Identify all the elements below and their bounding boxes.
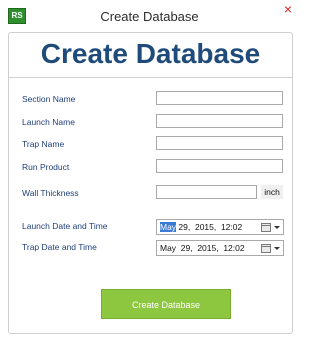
section-name-input[interactable] [156, 91, 283, 105]
window-title: Create Database [100, 9, 199, 24]
wall-thickness-label: Wall Thickness [22, 188, 79, 198]
calendar-icon[interactable] [261, 223, 271, 232]
trap-datetime-label: Trap Date and Time [22, 242, 97, 252]
chevron-down-icon[interactable] [274, 247, 280, 250]
launch-datetime-month[interactable]: May [160, 222, 177, 232]
run-product-label: Run Product [22, 162, 70, 172]
close-button[interactable]: × [277, 0, 299, 20]
banner-title: Create Database [40, 38, 261, 69]
form-panel: Create Database Section Name Launch Name… [8, 32, 293, 334]
divider [9, 77, 292, 78]
wall-thickness-unit: inch [261, 185, 283, 199]
title-bar: RS Create Database × [0, 0, 299, 32]
launch-name-input[interactable] [156, 114, 283, 128]
trap-name-input[interactable] [156, 136, 283, 150]
wall-thickness-input[interactable] [156, 185, 257, 199]
run-product-input[interactable] [156, 159, 283, 173]
launch-datetime-label: Launch Date and Time [22, 221, 108, 231]
section-name-label: Section Name [22, 94, 76, 104]
trap-datetime-value: May 29, 2015, 12:02 [160, 243, 245, 253]
trap-name-label: Trap Name [22, 139, 65, 149]
launch-name-label: Launch Name [22, 117, 75, 127]
create-database-button[interactable]: Create Database [101, 289, 231, 319]
launch-datetime-picker[interactable]: May 29, 2015, 12:02 [156, 219, 284, 235]
calendar-icon[interactable] [261, 244, 271, 253]
launch-datetime-value: May 29, 2015, 12:02 [160, 220, 242, 234]
trap-datetime-picker[interactable]: May 29, 2015, 12:02 [156, 240, 284, 256]
launch-datetime-rest: 29, 2015, 12:02 [176, 222, 243, 232]
chevron-down-icon[interactable] [274, 226, 280, 229]
